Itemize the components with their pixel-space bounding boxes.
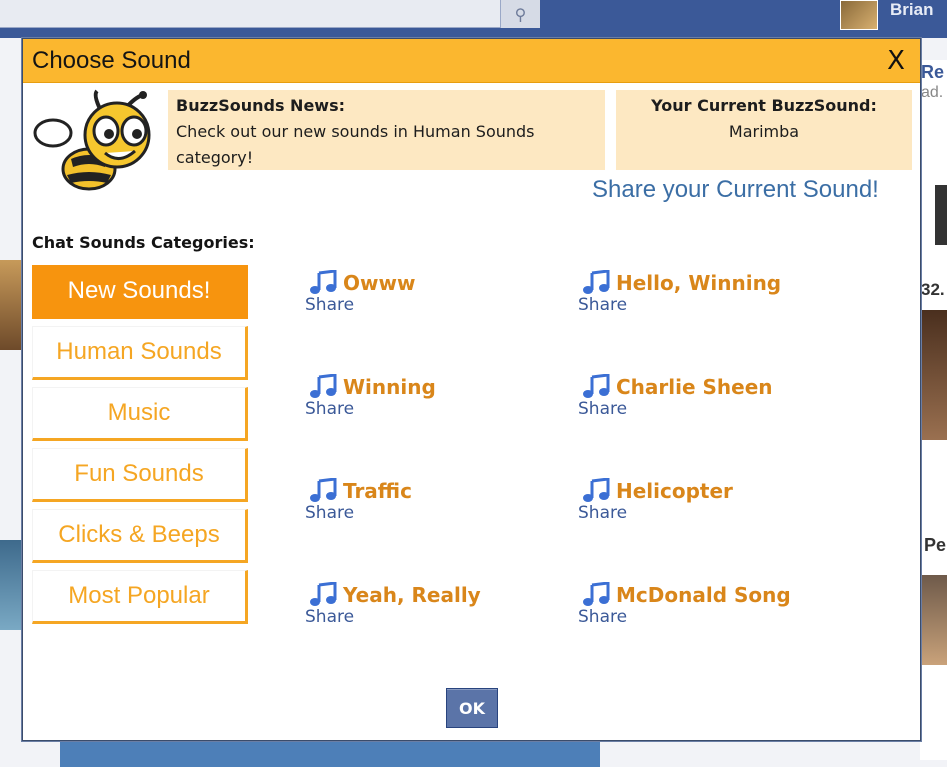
category-clicks-beeps[interactable]: Clicks & Beeps	[32, 509, 248, 563]
sound-name[interactable]: Owww	[343, 271, 415, 295]
background-right-number: 32.	[921, 280, 945, 299]
music-note-icon[interactable]	[582, 374, 612, 400]
user-avatar	[840, 0, 878, 30]
sound-name[interactable]: Helicopter	[616, 479, 733, 503]
current-sound-value: Marimba	[728, 122, 800, 141]
bee-logo	[33, 89, 151, 191]
sound-name[interactable]: Winning	[343, 375, 436, 399]
background-image	[0, 260, 22, 350]
background-image	[935, 185, 947, 245]
music-note-icon[interactable]	[309, 582, 339, 608]
sound-item: Winning Share	[305, 373, 545, 425]
background-strip	[60, 740, 600, 767]
sound-name[interactable]: Hello, Winning	[616, 271, 781, 295]
sound-share-link[interactable]: Share	[305, 295, 545, 315]
background-search-box	[0, 0, 500, 28]
news-body: Check out our new sounds in Human Sounds…	[176, 122, 535, 167]
category-human-sounds[interactable]: Human Sounds	[32, 326, 248, 380]
news-box: BuzzSounds News: Check out our new sound…	[168, 90, 605, 170]
choose-sound-dialog: Choose Sound X BuzzSounds News: Check ou…	[22, 38, 921, 741]
ok-button[interactable]: OK	[446, 688, 498, 728]
music-note-icon[interactable]	[309, 478, 339, 504]
sound-item: Hello, Winning Share	[578, 269, 818, 321]
sound-share-link[interactable]: Share	[305, 399, 545, 419]
music-note-icon[interactable]	[582, 270, 612, 296]
current-sound-box: Your Current BuzzSound: Marimba	[616, 90, 912, 170]
background-image	[0, 540, 22, 630]
sound-name[interactable]: McDonald Song	[616, 583, 791, 607]
dialog-title: Choose Sound	[32, 47, 191, 74]
close-button[interactable]: X	[880, 44, 912, 78]
category-music[interactable]: Music	[32, 387, 248, 441]
news-title: BuzzSounds News:	[176, 96, 345, 115]
category-new-sounds[interactable]: New Sounds!	[32, 265, 248, 319]
background-image	[922, 575, 947, 665]
sound-item: Yeah, Really Share	[305, 581, 545, 633]
sound-item: Owww Share	[305, 269, 545, 321]
sound-name[interactable]: Traffic	[343, 479, 412, 503]
search-icon: ⚲	[500, 0, 540, 28]
dialog-header: Choose Sound X	[23, 39, 920, 83]
background-right-text: Re	[921, 62, 945, 82]
category-fun-sounds[interactable]: Fun Sounds	[32, 448, 248, 502]
background-image	[922, 310, 947, 440]
sound-item: Charlie Sheen Share	[578, 373, 818, 425]
background-username: Brian	[890, 0, 934, 19]
background-right-subtext: ad.	[921, 84, 944, 101]
sound-item: Helicopter Share	[578, 477, 818, 529]
sound-name[interactable]: Yeah, Really	[343, 583, 481, 607]
sound-item: Traffic Share	[305, 477, 545, 529]
sound-share-link[interactable]: Share	[578, 295, 818, 315]
category-most-popular[interactable]: Most Popular	[32, 570, 248, 624]
categories-heading: Chat Sounds Categories:	[32, 233, 255, 252]
music-note-icon[interactable]	[582, 582, 612, 608]
music-note-icon[interactable]	[309, 270, 339, 296]
sound-share-link[interactable]: Share	[305, 607, 545, 627]
music-note-icon[interactable]	[309, 374, 339, 400]
sound-share-link[interactable]: Share	[578, 607, 818, 627]
sound-share-link[interactable]: Share	[578, 503, 818, 523]
sound-name[interactable]: Charlie Sheen	[616, 375, 773, 399]
sound-share-link[interactable]: Share	[305, 503, 545, 523]
sound-item: McDonald Song Share	[578, 581, 818, 633]
sound-share-link[interactable]: Share	[578, 399, 818, 419]
share-current-sound-link[interactable]: Share your Current Sound!	[592, 176, 879, 204]
background-right-text: Pe	[924, 535, 947, 555]
music-note-icon[interactable]	[582, 478, 612, 504]
current-sound-title: Your Current BuzzSound:	[651, 96, 877, 115]
